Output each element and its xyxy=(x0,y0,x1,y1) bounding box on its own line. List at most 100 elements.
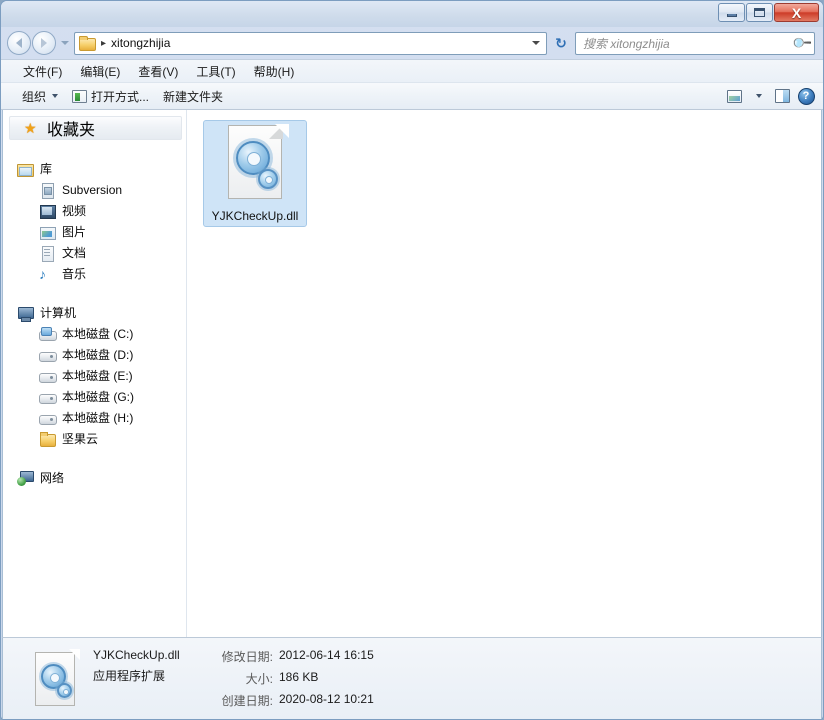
dll-page-fold xyxy=(275,124,289,138)
sidebar-item-label: 本地磁盘 (G:) xyxy=(62,390,134,404)
details-pane: YJKCheckUp.dll 应用程序扩展 修改日期: 2012-06-14 1… xyxy=(2,637,822,719)
sidebar-item-favorites[interactable]: ★ 收藏夹 xyxy=(9,116,182,140)
sidebar-item-pictures[interactable]: 图片 xyxy=(3,221,186,242)
details-file-name-line: YJKCheckUp.dll xyxy=(93,648,201,662)
details-file-type: 应用程序扩展 xyxy=(93,669,166,683)
sidebar-item-drive-c[interactable]: 本地磁盘 (C:) xyxy=(3,323,186,344)
sidebar-item-drive-g[interactable]: 本地磁盘 (G:) xyxy=(3,386,186,407)
new-folder-button[interactable]: 新建文件夹 xyxy=(156,85,230,108)
preview-pane-button[interactable] xyxy=(771,86,793,106)
chevron-down-icon xyxy=(61,41,69,45)
navigation-buttons xyxy=(7,31,56,55)
preview-pane-icon xyxy=(774,89,790,103)
sidebar-item-label: 库 xyxy=(40,162,53,176)
sidebar-item-videos[interactable]: 视频 xyxy=(3,200,186,221)
address-dropdown-button[interactable] xyxy=(528,33,544,54)
file-item-yjkcheckup[interactable]: YJKCheckUp.dll xyxy=(203,120,307,227)
chevron-down-icon xyxy=(532,41,540,45)
breadcrumb-separator: ▸ xyxy=(101,37,107,49)
drive-icon xyxy=(39,347,57,363)
sidebar-item-libraries[interactable]: 库 xyxy=(3,158,186,179)
open-with-button[interactable]: 打开方式... xyxy=(65,85,156,108)
menu-item-help[interactable]: 帮助(H) xyxy=(246,61,303,82)
organize-label: 组织 xyxy=(22,89,47,104)
sidebar-item-label: 计算机 xyxy=(40,306,77,320)
sidebar-item-music[interactable]: ♪ 音乐 xyxy=(3,263,186,284)
change-view-button[interactable] xyxy=(723,86,745,106)
forward-button[interactable] xyxy=(32,31,56,55)
details-modified-value: 2012-06-14 16:15 xyxy=(279,648,374,662)
details-file-icon xyxy=(31,648,80,708)
menu-item-view[interactable]: 查看(V) xyxy=(130,61,186,82)
details-file-name: YJKCheckUp.dll xyxy=(93,648,180,662)
recent-locations-button[interactable] xyxy=(59,41,71,45)
title-bar: X xyxy=(1,1,823,27)
dll-page-fold xyxy=(69,648,80,660)
forward-arrow-icon xyxy=(41,38,47,48)
sidebar-item-drive-h[interactable]: 本地磁盘 (H:) xyxy=(3,407,186,428)
sidebar-group-libraries: 库 Subversion 视频 图片 文档 ♪ 音乐 xyxy=(3,158,186,284)
sidebar-item-label: 图片 xyxy=(62,225,87,239)
sidebar-item-label: 本地磁盘 (H:) xyxy=(62,411,134,425)
sidebar-item-label: 网络 xyxy=(40,471,65,485)
minimize-button[interactable] xyxy=(718,3,745,22)
maximize-button[interactable] xyxy=(746,3,773,22)
sidebar-item-computer[interactable]: 计算机 xyxy=(3,302,186,323)
pictures-icon xyxy=(39,224,56,240)
subversion-icon xyxy=(39,182,55,199)
star-icon: ★ xyxy=(24,120,37,136)
file-list-pane[interactable]: YJKCheckUp.dll xyxy=(187,110,821,637)
music-icon: ♪ xyxy=(39,265,46,282)
close-button[interactable]: X xyxy=(774,3,819,22)
details-size-label: 大小: xyxy=(245,672,273,686)
sidebar-item-jianguoyun[interactable]: 坚果云 xyxy=(3,428,186,449)
help-button[interactable]: ? xyxy=(795,86,817,106)
back-arrow-icon xyxy=(16,38,22,48)
dll-icon xyxy=(222,124,289,203)
search-box[interactable]: 搜索 xitongzhijia 🔍 xyxy=(575,31,815,55)
gear-small-icon xyxy=(57,682,72,698)
drive-icon xyxy=(39,410,57,426)
menu-bar: 文件(F) 编辑(E) 查看(V) 工具(T) 帮助(H) xyxy=(1,59,823,82)
close-icon: X xyxy=(791,4,802,21)
sidebar-item-network[interactable]: 网络 xyxy=(3,467,186,488)
sidebar-item-label: 视频 xyxy=(62,204,87,218)
back-button[interactable] xyxy=(7,31,31,55)
sidebar-item-label: 本地磁盘 (E:) xyxy=(62,369,133,383)
address-input[interactable]: ▸ xitongzhijia xyxy=(74,31,547,55)
view-mode-icon xyxy=(726,89,742,103)
view-dropdown-button[interactable] xyxy=(747,86,769,106)
refresh-button[interactable]: ↻ xyxy=(550,32,572,55)
sidebar-item-label: 本地磁盘 (C:) xyxy=(62,327,134,341)
menu-item-tools[interactable]: 工具(T) xyxy=(188,61,243,82)
computer-icon xyxy=(17,305,34,322)
window-controls: X xyxy=(718,3,819,22)
menu-item-file[interactable]: 文件(F) xyxy=(15,61,70,82)
sidebar-item-documents[interactable]: 文档 xyxy=(3,242,186,263)
organize-button[interactable]: 组织 xyxy=(15,85,65,108)
breadcrumb-current[interactable]: xitongzhijia xyxy=(111,36,170,50)
sidebar-item-label: 音乐 xyxy=(62,267,87,281)
details-left-column: YJKCheckUp.dll 应用程序扩展 xyxy=(93,648,201,709)
file-item-label: YJKCheckUp.dll xyxy=(211,209,299,223)
toolbar-right-group: ? xyxy=(723,86,817,106)
folder-icon xyxy=(39,431,56,447)
drive-icon xyxy=(39,368,57,384)
sidebar-item-label: Subversion xyxy=(62,182,123,197)
help-icon: ? xyxy=(797,87,815,105)
chevron-down-icon xyxy=(52,94,59,98)
menu-item-edit[interactable]: 编辑(E) xyxy=(72,61,128,82)
sidebar-item-drive-e[interactable]: 本地磁盘 (E:) xyxy=(3,365,186,386)
details-size-line: 大小: 186 KB xyxy=(211,670,374,687)
sidebar-item-subversion[interactable]: Subversion xyxy=(3,179,186,200)
refresh-icon: ↻ xyxy=(555,35,567,51)
details-created-label: 创建日期: xyxy=(221,694,273,708)
maximize-icon xyxy=(754,8,765,17)
details-modified-label: 修改日期: xyxy=(221,650,273,664)
new-folder-label: 新建文件夹 xyxy=(163,89,224,104)
drive-system-icon xyxy=(39,326,57,342)
details-file-type-line: 应用程序扩展 xyxy=(93,667,201,684)
sidebar-item-drive-d[interactable]: 本地磁盘 (D:) xyxy=(3,344,186,365)
search-input[interactable]: 搜索 xitongzhijia xyxy=(583,35,794,52)
toolbar: 组织 打开方式... 新建文件夹 ? xyxy=(1,82,823,110)
